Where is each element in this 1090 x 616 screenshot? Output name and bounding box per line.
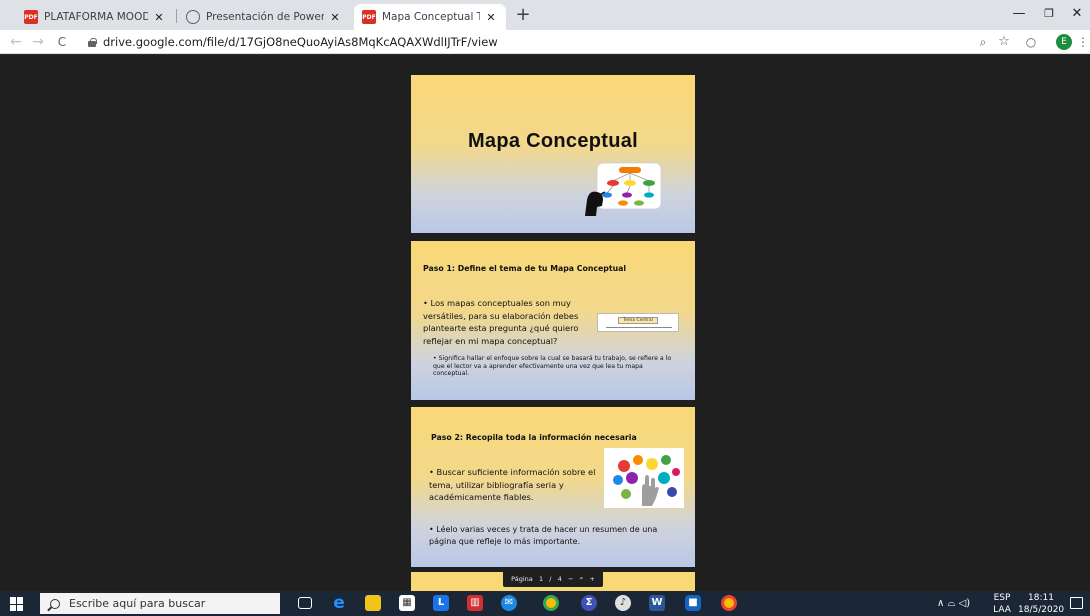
information-icons-illustration: [604, 448, 684, 508]
tab-title: PLATAFORMA MOODLE.pdf - Gc: [44, 11, 148, 23]
pdf-icon: PDF: [24, 10, 38, 24]
slide-3: Paso 2: Recopila toda la información nec…: [411, 407, 695, 567]
slide-heading: Paso 1: Define el tema de tu Mapa Concep…: [423, 264, 627, 273]
forward-button[interactable]: →: [28, 32, 48, 52]
page-separator: /: [549, 574, 552, 583]
app-l-icon[interactable]: L: [433, 595, 449, 611]
minimize-button[interactable]: —: [1004, 3, 1034, 27]
zoom-icon[interactable]: ⌕: [974, 33, 992, 51]
app-sigma-icon[interactable]: Σ: [581, 595, 597, 611]
central-topic-label: Tema Central: [618, 317, 658, 324]
extension-icon[interactable]: ○: [1022, 33, 1040, 51]
tab-separator: [176, 9, 177, 23]
diagram-line: [606, 327, 672, 328]
pdf-viewer: Mapa Conceptual Paso 1: Define el tema d…: [0, 55, 1090, 591]
windows-start-button[interactable]: [10, 597, 24, 611]
system-tray-icons[interactable]: ∧ ⌓ ◁): [937, 598, 970, 609]
windows-taskbar: Escribe aquí para buscar e ▦ L ▥ ✉ Σ ♪ W…: [0, 591, 1090, 616]
central-topic-diagram: Tema Central: [597, 313, 679, 332]
chrome-canary-icon[interactable]: [721, 595, 737, 611]
search-icon: [50, 598, 60, 609]
notifications-icon[interactable]: [1070, 597, 1083, 609]
menu-icon[interactable]: ⋮: [1074, 33, 1090, 51]
reload-button[interactable]: C: [52, 32, 72, 52]
globe-icon: [186, 10, 200, 24]
media-player-icon[interactable]: ♪: [615, 595, 631, 611]
clock-time: 18:11: [1028, 593, 1054, 603]
file-explorer-icon[interactable]: [365, 595, 381, 611]
tab-mapa-conceptual[interactable]: PDF Mapa Conceptual TF 2020.pdf - ✕: [354, 4, 506, 30]
concept-map-illustration: [585, 162, 662, 216]
store-icon[interactable]: ▦: [399, 595, 415, 611]
close-tab-icon[interactable]: ✕: [484, 11, 498, 24]
browser-toolbar: ← → C drive.google.com/file/d/17GjO8neQu…: [0, 30, 1090, 54]
address-bar[interactable]: drive.google.com/file/d/17GjO8neQuoAyiAs…: [88, 33, 948, 51]
lock-icon: [88, 37, 97, 47]
tab-title: Presentación de PowerPoint: [206, 11, 324, 23]
back-button[interactable]: ←: [6, 32, 26, 52]
taskbar-search-box[interactable]: Escribe aquí para buscar: [40, 593, 280, 614]
profile-avatar[interactable]: E: [1056, 34, 1072, 50]
pdf-page-controls: Página 1 / 4 − ⌕ +: [503, 570, 603, 587]
page-number-input[interactable]: 1: [539, 575, 543, 583]
slide-bullet: • Léelo varias veces y trata de hacer un…: [429, 525, 658, 546]
search-placeholder: Escribe aquí para buscar: [69, 597, 206, 610]
close-tab-icon[interactable]: ✕: [328, 11, 342, 24]
video-app-icon[interactable]: ■: [685, 595, 701, 611]
mail-icon[interactable]: ✉: [501, 595, 517, 611]
tab-presentacion-powerpoint[interactable]: Presentación de PowerPoint ✕: [178, 4, 350, 30]
language-indicator[interactable]: ESP LAA: [990, 591, 1014, 616]
edge-icon[interactable]: e: [331, 595, 347, 612]
clock-date: 18/5/2020: [1018, 605, 1065, 615]
bookmark-star-icon[interactable]: ☆: [995, 33, 1013, 51]
clock[interactable]: 18:11 18/5/2020: [1018, 591, 1064, 616]
slide-2: Paso 1: Define el tema de tu Mapa Concep…: [411, 241, 695, 400]
maximize-button[interactable]: ❐: [1034, 3, 1064, 27]
close-tab-icon[interactable]: ✕: [152, 11, 166, 24]
page-label: Página: [511, 574, 533, 583]
slide-title: Mapa Conceptual: [467, 130, 639, 152]
slide-bullet: • Significa hallar el enfoque sobre la c…: [433, 355, 672, 378]
slide-heading: Paso 2: Recopila toda la información nec…: [431, 433, 637, 442]
page-total: 4: [557, 574, 562, 583]
tab-title: Mapa Conceptual TF 2020.pdf -: [382, 11, 480, 23]
pdf-icon: PDF: [362, 10, 376, 24]
new-tab-button[interactable]: +: [512, 5, 534, 27]
zoom-out-button[interactable]: −: [568, 575, 573, 583]
tab-strip: PDF PLATAFORMA MOODLE.pdf - Gc ✕ Present…: [0, 0, 1090, 30]
app-red-icon[interactable]: ▥: [467, 595, 483, 611]
language-code: ESP: [993, 593, 1011, 603]
slide-bullet: • Buscar suficiente información sobre el…: [429, 467, 596, 502]
zoom-icon: ⌕: [579, 574, 584, 582]
word-icon[interactable]: W: [649, 595, 665, 611]
tab-plataforma-moodle[interactable]: PDF PLATAFORMA MOODLE.pdf - Gc ✕: [16, 4, 174, 30]
close-window-button[interactable]: ✕: [1062, 3, 1090, 27]
slide-bullet: • Los mapas conceptuales son muy versáti…: [423, 298, 579, 346]
task-view-icon[interactable]: [298, 597, 312, 609]
chrome-icon[interactable]: [543, 595, 559, 611]
slide-1: Mapa Conceptual: [411, 75, 695, 233]
url-text: drive.google.com/file/d/17GjO8neQuoAyiAs…: [103, 35, 498, 49]
zoom-in-button[interactable]: +: [589, 575, 594, 583]
keyboard-layout: LAA: [993, 605, 1011, 615]
